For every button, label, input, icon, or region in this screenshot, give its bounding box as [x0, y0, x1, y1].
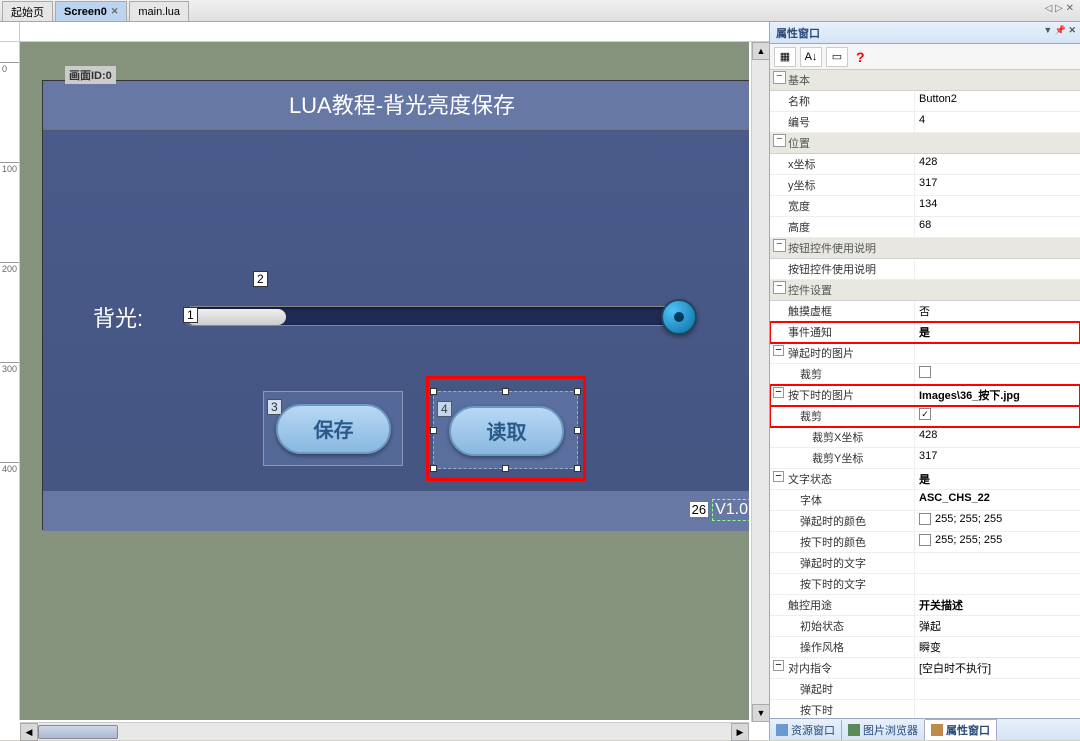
categorize-button[interactable]: ▦ [774, 47, 796, 67]
widget-id-1: 1 [183, 307, 198, 323]
toolbar-button[interactable]: ▭ [826, 47, 848, 67]
tab-start-page[interactable]: 起始页 [2, 1, 53, 21]
vertical-scrollbar[interactable]: ▲ ▼ [751, 42, 769, 722]
category-basic[interactable]: 基本 [770, 70, 1080, 91]
scroll-down-icon[interactable]: ▼ [752, 704, 770, 722]
selection-handle[interactable] [574, 427, 581, 434]
scroll-left-icon[interactable]: ◀ [20, 723, 38, 741]
properties-icon [931, 724, 943, 736]
backlight-slider[interactable] [183, 306, 683, 326]
selection-handle[interactable] [574, 388, 581, 395]
horizontal-scrollbar[interactable]: ◀ ▶ [20, 722, 749, 740]
resources-icon [776, 724, 788, 736]
category-control-settings[interactable]: 控件设置 [770, 280, 1080, 301]
property-grid[interactable]: 基本 名称Button2 编号4 位置 x坐标428 y坐标317 宽度134 … [770, 70, 1080, 718]
prop-id-value[interactable]: 4 [915, 112, 1080, 132]
slider-fill [186, 309, 286, 325]
read-button[interactable]: 读取 [449, 406, 564, 456]
version-label: 26V1.0 [690, 499, 749, 521]
selection-handle[interactable] [430, 427, 437, 434]
property-panel-title: 属性窗口 ▼ 📌 ✕ [770, 22, 1080, 44]
category-position[interactable]: 位置 [770, 133, 1080, 154]
screen-canvas[interactable]: LUA教程-背光亮度保存 背光: 1 2 3 保存 4 [42, 80, 749, 530]
version-tag: 26 [690, 502, 708, 517]
expand-icon[interactable]: − [773, 471, 784, 482]
pressed-image-row[interactable]: −按下时的图片Images\36_按下.jpg [770, 385, 1080, 406]
prop-name-value[interactable]: Button2 [915, 91, 1080, 111]
editor-area: 0 100 200 300 400 500 600 700 0 100 200 … [0, 22, 770, 740]
document-tabs: 起始页 Screen0 ✕ main.lua ◁ ▷ ✕ [0, 0, 1080, 22]
save-button[interactable]: 保存 [276, 404, 391, 454]
event-notify-row[interactable]: 事件通知是 [770, 322, 1080, 343]
canvas-viewport[interactable]: 画面ID:0 LUA教程-背光亮度保存 背光: 1 2 3 保存 [20, 42, 749, 720]
category-button-help[interactable]: 按钮控件使用说明 [770, 238, 1080, 259]
color-swatch[interactable] [919, 534, 931, 546]
read-button-highlight: 4 读取 [426, 376, 586, 481]
checkbox-checked[interactable]: ✓ [919, 408, 931, 420]
tab-nav-buttons[interactable]: ◁ ▷ ✕ [1045, 3, 1074, 14]
selection-handle[interactable] [430, 465, 437, 472]
sort-az-button[interactable]: A↓ [800, 47, 822, 67]
selection-handle[interactable] [430, 388, 437, 395]
dock-tab-resources[interactable]: 资源窗口 [770, 720, 842, 740]
scroll-thumb[interactable] [38, 725, 118, 739]
screen-footer: 26V1.0 [43, 491, 749, 531]
help-icon[interactable]: ? [856, 49, 865, 65]
tab-label: main.lua [138, 6, 180, 18]
prop-name-key: 名称 [770, 91, 915, 111]
tab-label: 起始页 [11, 4, 44, 20]
tab-label: Screen0 [64, 6, 107, 18]
close-icon[interactable]: ✕ [111, 6, 119, 17]
panel-window-controls[interactable]: ▼ 📌 ✕ [1043, 25, 1076, 36]
screen-body: 背光: 1 2 3 保存 4 读取 [43, 131, 749, 491]
tab-main-lua[interactable]: main.lua [129, 1, 189, 21]
image-browser-icon [848, 724, 860, 736]
selection-handle[interactable] [502, 388, 509, 395]
read-button-selection[interactable]: 读取 [433, 391, 578, 469]
property-panel: 属性窗口 ▼ 📌 ✕ ▦ A↓ ▭ ? 基本 名称Button2 编号4 位置 … [770, 22, 1080, 740]
selection-handle[interactable] [502, 465, 509, 472]
dock-tab-properties[interactable]: 属性窗口 [925, 719, 997, 740]
expand-icon[interactable]: − [773, 660, 784, 671]
slider-knob[interactable] [661, 299, 697, 335]
widget-id-2: 2 [253, 271, 268, 287]
dock-tabs: 资源窗口 图片浏览器 属性窗口 [770, 718, 1080, 740]
ruler-corner [0, 22, 20, 42]
expand-icon[interactable]: − [773, 345, 784, 356]
screen-title: LUA教程-背光亮度保存 [43, 81, 749, 131]
save-button-container[interactable]: 保存 [263, 391, 403, 466]
ruler-vertical: 0 100 200 300 400 [0, 42, 20, 720]
selection-handle[interactable] [574, 465, 581, 472]
ruler-horizontal: 0 100 200 300 400 500 600 700 [20, 22, 769, 42]
scroll-up-icon[interactable]: ▲ [752, 42, 770, 60]
checkbox[interactable] [919, 366, 931, 378]
color-swatch[interactable] [919, 513, 931, 525]
backlight-label: 背光: [93, 301, 143, 333]
screen-id-label: 画面ID:0 [65, 66, 116, 84]
tab-screen0[interactable]: Screen0 ✕ [55, 1, 127, 21]
prop-id-key: 编号 [770, 112, 915, 132]
property-toolbar: ▦ A↓ ▭ ? [770, 44, 1080, 70]
dock-tab-image-browser[interactable]: 图片浏览器 [842, 720, 925, 740]
scroll-right-icon[interactable]: ▶ [731, 723, 749, 741]
expand-icon[interactable]: − [773, 387, 784, 398]
